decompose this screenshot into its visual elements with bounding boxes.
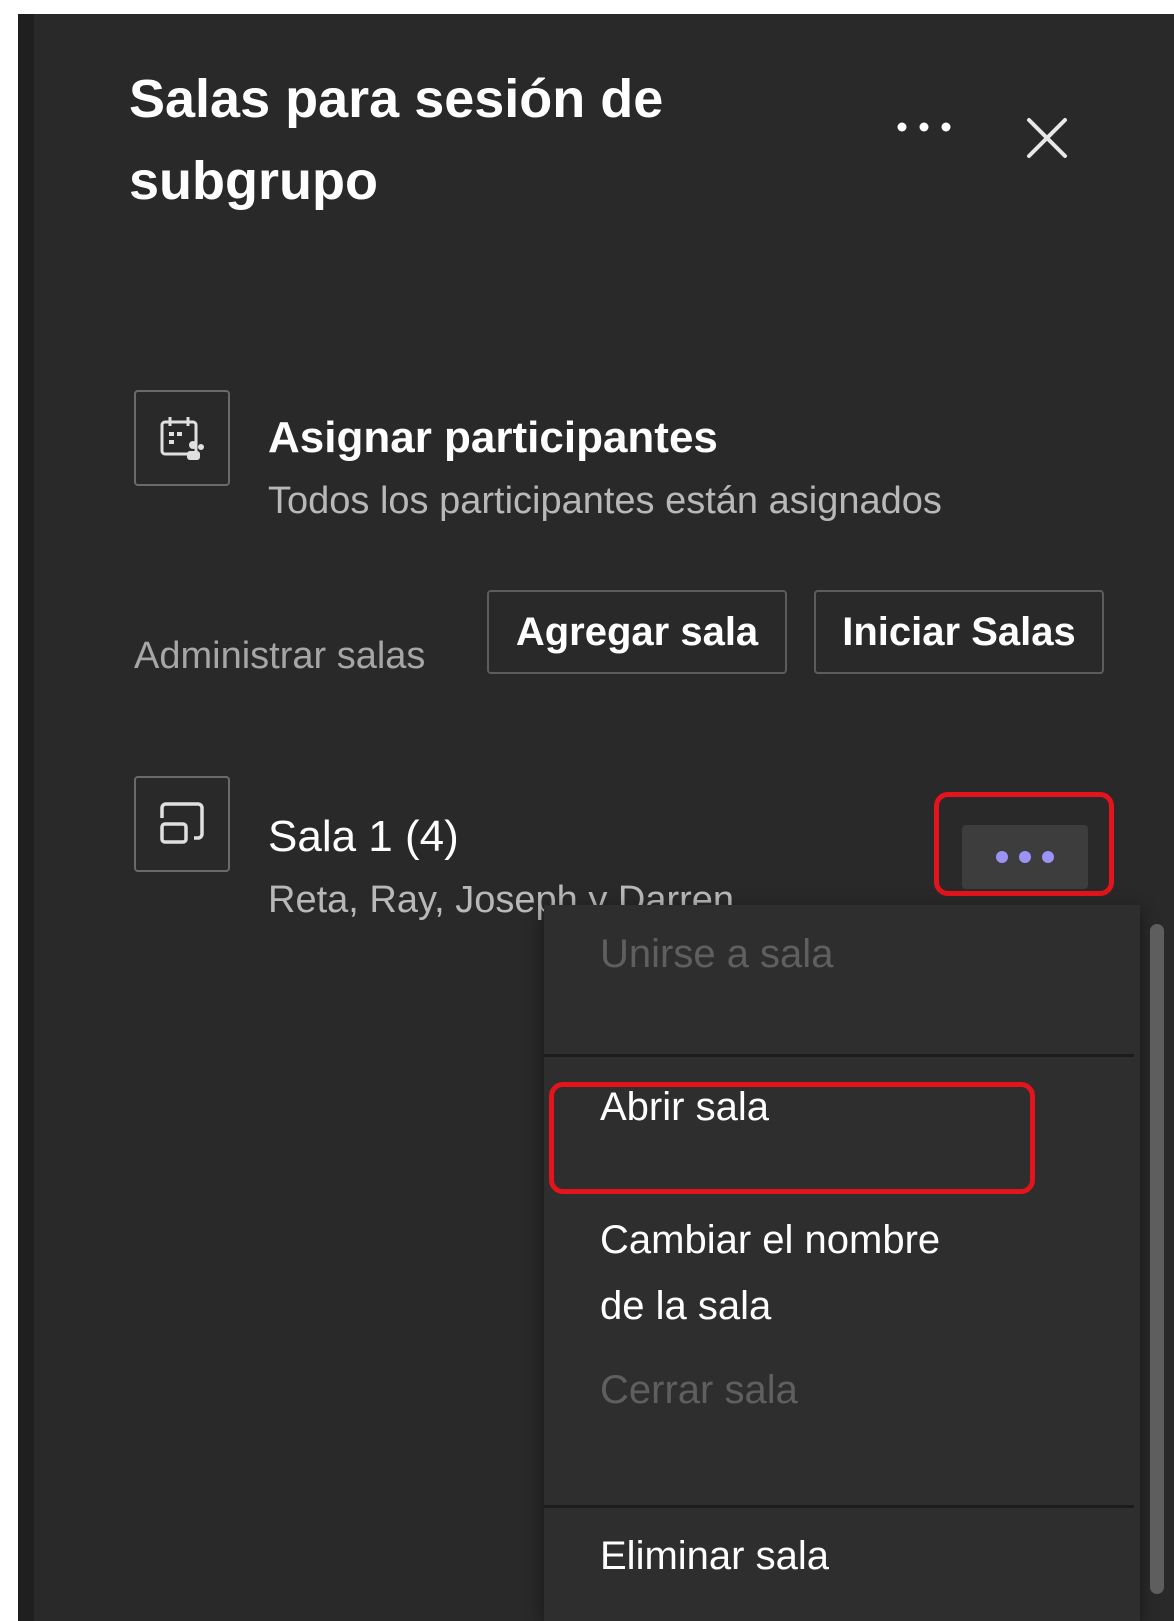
more-horizontal-icon (897, 122, 951, 132)
add-room-button[interactable]: Agregar sala (487, 590, 787, 674)
menu-item-delete-room[interactable]: Eliminar sala (544, 1523, 1134, 1589)
start-rooms-button[interactable]: Iniciar Salas (814, 590, 1104, 674)
close-panel-button[interactable] (1019, 110, 1075, 166)
menu-scrollbar[interactable] (1150, 924, 1164, 1594)
menu-divider (544, 1054, 1134, 1057)
room-item-icon-box[interactable] (134, 776, 230, 872)
room-context-menu: Unirse a sala Abrir sala Cambiar el nomb… (544, 905, 1140, 1621)
room-title[interactable]: Sala 1 (4) (268, 811, 459, 863)
close-icon (1027, 118, 1067, 158)
more-horizontal-icon (996, 851, 1054, 863)
assign-participants-title[interactable]: Asignar participantes (268, 412, 718, 464)
breakout-room-icon (160, 802, 204, 844)
menu-item-join-room[interactable]: Unirse a sala (544, 921, 1134, 987)
panel-title: Salas para sesión de subgrupo (129, 69, 664, 211)
menu-item-rename-room[interactable]: Cambiar el nombre de la sala (544, 1207, 984, 1339)
room-more-options-button[interactable] (962, 825, 1088, 889)
assign-participants-button[interactable] (134, 390, 230, 486)
calendar-people-icon (160, 417, 204, 460)
menu-item-close-room[interactable]: Cerrar sala (544, 1357, 1134, 1423)
menu-divider (544, 1505, 1134, 1508)
menu-item-open-room[interactable]: Abrir sala (544, 1074, 1134, 1140)
panel-more-options-button[interactable] (884, 102, 964, 152)
assign-participants-status: Todos los participantes están asignados (268, 480, 942, 522)
manage-rooms-label: Administrar salas (134, 635, 426, 677)
